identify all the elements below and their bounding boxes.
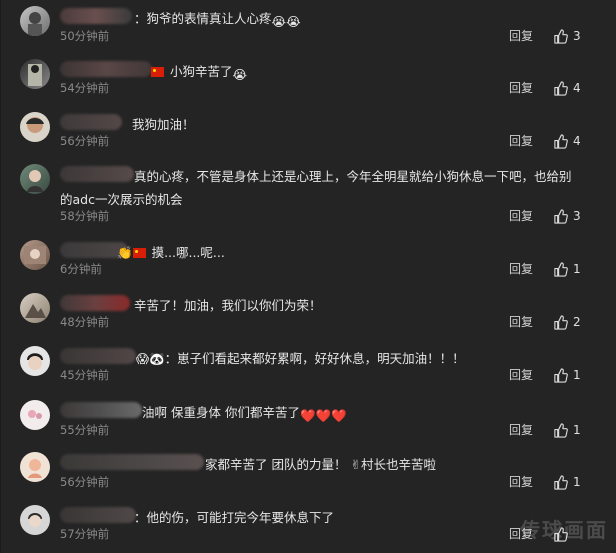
reply-button[interactable]: 回复 (509, 314, 533, 330)
reply-button[interactable]: 回复 (509, 422, 533, 438)
comment-time: 50分钟前 (60, 29, 110, 43)
like-count: 1 (573, 368, 581, 382)
thumbs-up-icon (554, 314, 568, 330)
username-blurred[interactable] (60, 348, 136, 364)
avatar[interactable] (20, 164, 50, 194)
thumbs-up-icon (554, 208, 568, 224)
thumbs-up-icon (554, 422, 568, 438)
comment-time: 54分钟前 (60, 81, 110, 95)
comment-list: ：狗爷的表情真让人心疼😭😭 50分钟前 回复 3 小狗辛苦了😭 54分钟前 回复… (0, 0, 616, 553)
comment-text: 油啊 保重身体 你们都辛苦了❤️❤️❤️ (142, 405, 347, 423)
username-blurred[interactable] (60, 507, 136, 523)
reply-button[interactable]: 回复 (509, 367, 533, 383)
username-blurred[interactable] (60, 114, 122, 130)
avatar[interactable] (20, 452, 50, 482)
username-blurred[interactable] (60, 61, 152, 77)
thumbs-up-icon (554, 28, 568, 44)
avatar[interactable] (20, 240, 50, 270)
comment-text: 我狗加油！ (132, 117, 195, 132)
comment-text: ：他的伤，可能打完今年要休息下了 (134, 510, 335, 525)
comment-text: 辛苦了！加油，我们以你们为荣！ (134, 298, 322, 313)
avatar[interactable] (20, 112, 50, 142)
like-count: 1 (573, 475, 581, 489)
comment-time: 58分钟前 (60, 209, 110, 223)
thumbs-up-icon (554, 133, 568, 149)
avatar-image (26, 117, 44, 133)
comment-text: 小狗辛苦了😭 (151, 60, 247, 86)
avatar[interactable] (20, 505, 50, 535)
china-flag-icon (132, 248, 146, 258)
watermark: 传球画面 (520, 518, 608, 542)
like-count: 2 (573, 315, 581, 329)
username-blurred[interactable] (60, 402, 142, 418)
avatar[interactable] (20, 346, 50, 376)
comment-text: 家都辛苦了 团队的力量！ ✌村长也辛苦啦 (205, 457, 436, 472)
like-button[interactable]: 3 (553, 208, 581, 224)
avatar-image (25, 304, 46, 318)
comment-time: 56分钟前 (60, 134, 110, 148)
like-button[interactable]: 2 (553, 314, 581, 330)
hand-emoji-icon: ✌ (350, 457, 361, 472)
hand-emoji-icon: 👏 (117, 245, 133, 260)
thumbs-up-icon (554, 474, 568, 490)
reply-button[interactable]: 回复 (509, 133, 533, 149)
comment-time: 56分钟前 (60, 475, 110, 489)
avatar-image (28, 12, 42, 36)
comment-time: 48分钟前 (60, 315, 110, 329)
avatar-image (27, 170, 43, 192)
like-count: 3 (573, 29, 581, 43)
comment-text: 😱🐼：崽子们看起来都好累啊，好好休息，明天加油！！！ (136, 351, 465, 366)
comment-text: 👏 摸...哪...呢... (117, 245, 225, 260)
avatar-image (28, 410, 42, 419)
comment-time: 45分钟前 (60, 368, 110, 382)
username-blurred[interactable] (60, 454, 204, 470)
avatar[interactable] (20, 59, 50, 89)
comment-time: 6分钟前 (60, 262, 102, 276)
avatar-image (27, 353, 43, 370)
like-button[interactable]: 4 (553, 80, 581, 96)
avatar[interactable] (20, 6, 50, 36)
reply-button[interactable]: 回复 (509, 28, 533, 44)
like-count: 4 (573, 81, 581, 95)
emoji-icon: 😱🐼 (136, 351, 165, 366)
like-button[interactable]: 1 (553, 261, 581, 277)
like-button[interactable]: 1 (553, 474, 581, 490)
reply-button[interactable]: 回复 (509, 80, 533, 96)
thumbs-up-icon (554, 80, 568, 96)
comment-text: ：狗爷的表情真让人心疼😭😭 (134, 11, 301, 29)
like-count: 1 (573, 423, 581, 437)
username-blurred[interactable] (60, 295, 130, 311)
like-button[interactable]: 1 (553, 367, 581, 383)
avatar-image (24, 246, 46, 264)
reply-button[interactable]: 回复 (509, 474, 533, 490)
like-count: 3 (573, 209, 581, 223)
avatar-image (28, 64, 42, 86)
reply-button[interactable]: 回复 (509, 208, 533, 224)
comment-time: 55分钟前 (60, 423, 110, 437)
thumbs-up-icon (554, 261, 568, 277)
avatar[interactable] (20, 293, 50, 323)
comment-text: 真的心疼，不管是身体上还是心理上，今年全明星就给小狗休息一下吧，也给别的adc一… (60, 169, 572, 207)
like-button[interactable]: 3 (553, 28, 581, 44)
like-button[interactable]: 4 (553, 133, 581, 149)
thumbs-up-icon (554, 367, 568, 383)
reply-button[interactable]: 回复 (509, 261, 533, 277)
avatar-image (28, 513, 42, 527)
comment-time: 57分钟前 (60, 527, 110, 541)
like-count: 1 (573, 262, 581, 276)
username-blurred[interactable] (60, 8, 132, 24)
avatar[interactable] (20, 400, 50, 430)
like-count: 4 (573, 134, 581, 148)
like-button[interactable]: 1 (553, 422, 581, 438)
china-flag-icon (151, 67, 164, 77)
avatar-image (28, 459, 42, 478)
